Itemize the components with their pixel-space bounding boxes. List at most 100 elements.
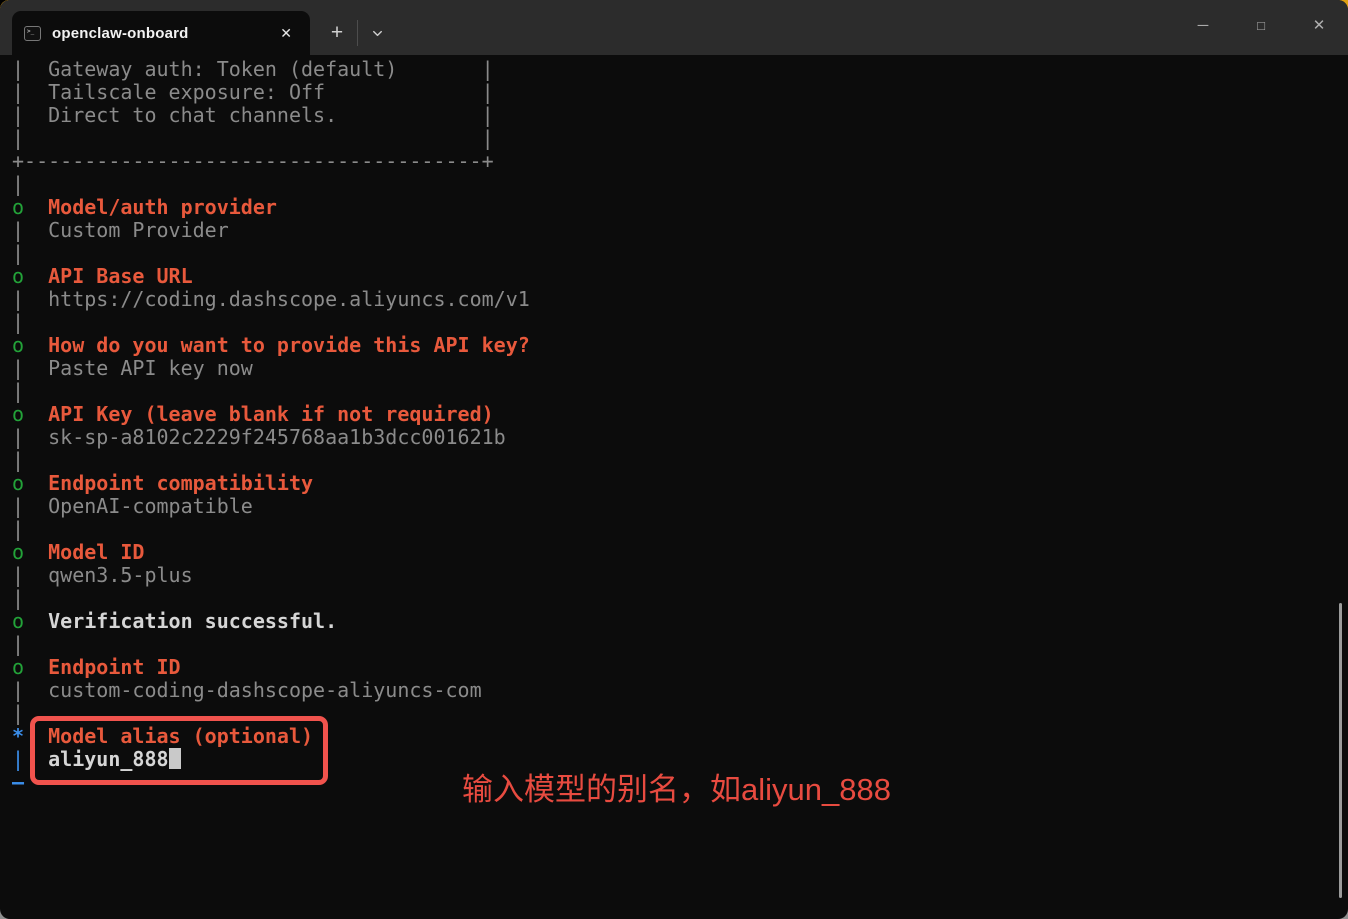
terminal-line: | — [12, 173, 1348, 196]
scrollbar-thumb[interactable] — [1339, 603, 1342, 898]
terminal-line: o Model/auth provider — [12, 196, 1348, 219]
new-tab-button[interactable]: + — [320, 13, 354, 53]
terminal-window: >_ openclaw-onboard ✕ + ─ □ ✕ | Gateway … — [0, 0, 1348, 919]
title-bar[interactable]: >_ openclaw-onboard ✕ + ─ □ ✕ — [0, 0, 1348, 55]
text-segment: | — [12, 379, 24, 403]
tab-title: openclaw-onboard — [52, 25, 189, 42]
text-segment — [24, 471, 48, 495]
text-segment: | — [12, 241, 24, 265]
text-segment: o — [12, 655, 24, 679]
text-segment — [24, 563, 48, 587]
terminal-line: | custom-coding-dashscope-aliyuncs-com — [12, 679, 1348, 702]
text-segment: +--------------------------------------+ — [12, 149, 494, 173]
terminal-line: o Verification successful. — [12, 610, 1348, 633]
text-segment: sk-sp-a8102c2229f245768aa1b3dcc001621b — [48, 425, 506, 449]
close-button[interactable]: ✕ — [1290, 0, 1348, 50]
text-segment — [24, 402, 48, 426]
text-segment: custom-coding-dashscope-aliyuncs-com — [48, 678, 481, 702]
text-segment — [24, 678, 48, 702]
text-segment — [24, 540, 48, 564]
text-segment: Model ID — [48, 540, 144, 564]
terminal-line: | Tailscale exposure: Off | — [12, 81, 1348, 104]
terminal-line: o Endpoint compatibility — [12, 472, 1348, 495]
text-segment: | — [12, 701, 24, 725]
terminal-line: o How do you want to provide this API ke… — [12, 334, 1348, 357]
terminal-line: | qwen3.5-plus — [12, 564, 1348, 587]
text-segment: Endpoint compatibility — [48, 471, 313, 495]
terminal-line: o Model ID — [12, 541, 1348, 564]
tab-bar-divider — [357, 20, 358, 46]
text-segment — [24, 425, 48, 449]
terminal-line: +--------------------------------------+ — [12, 150, 1348, 173]
text-segment: o — [12, 471, 24, 495]
annotation-highlight-box — [30, 716, 328, 785]
terminal-line: | — [12, 380, 1348, 403]
chevron-down-icon — [370, 26, 385, 41]
tab-close-icon[interactable]: ✕ — [274, 22, 298, 44]
text-segment: | Direct to chat channels. | — [12, 103, 494, 127]
terminal-line: | Paste API key now — [12, 357, 1348, 380]
text-segment — [24, 655, 48, 679]
terminal-line: o Endpoint ID — [12, 656, 1348, 679]
text-segment: * — [12, 724, 24, 748]
text-segment: | | — [12, 126, 494, 150]
text-segment: | — [12, 448, 24, 472]
text-segment: https://coding.dashscope.aliyuncs.com/v1 — [48, 287, 530, 311]
terminal-line: | Gateway auth: Token (default) | — [12, 58, 1348, 81]
terminal-line: | Custom Provider — [12, 219, 1348, 242]
text-segment — [24, 494, 48, 518]
terminal-line: | — [12, 633, 1348, 656]
text-segment — [24, 218, 48, 242]
tab-openclaw-onboard[interactable]: >_ openclaw-onboard ✕ — [12, 11, 310, 55]
text-segment: Custom Provider — [48, 218, 229, 242]
terminal-line: | — [12, 311, 1348, 334]
text-segment: o — [12, 402, 24, 426]
text-segment: | — [12, 632, 24, 656]
text-segment: o — [12, 264, 24, 288]
text-segment: | — [12, 494, 24, 518]
text-segment: qwen3.5-plus — [48, 563, 193, 587]
text-segment: o — [12, 540, 24, 564]
text-segment: | — [12, 172, 24, 196]
text-segment: Paste API key now — [48, 356, 253, 380]
window-controls: ─ □ ✕ — [1174, 0, 1348, 50]
minimize-button[interactable]: ─ — [1174, 0, 1232, 50]
maximize-button[interactable]: □ — [1232, 0, 1290, 50]
text-segment: | — [12, 287, 24, 311]
text-segment — [24, 333, 48, 357]
terminal-line: | | — [12, 127, 1348, 150]
text-segment — [24, 609, 48, 633]
terminal-line: o API Base URL — [12, 265, 1348, 288]
text-segment: API Key (leave blank if not required) — [48, 402, 494, 426]
terminal-line: | — [12, 449, 1348, 472]
text-segment: How do you want to provide this API key? — [48, 333, 530, 357]
text-segment: o — [12, 333, 24, 357]
text-segment: | — [12, 310, 24, 334]
terminal-line: | https://coding.dashscope.aliyuncs.com/… — [12, 288, 1348, 311]
text-segment: Verification successful. — [48, 609, 337, 633]
text-segment: OpenAI-compatible — [48, 494, 253, 518]
text-segment: | — [12, 517, 24, 541]
text-segment: o — [12, 609, 24, 633]
text-segment: | — [12, 678, 24, 702]
terminal-line: o API Key (leave blank if not required) — [12, 403, 1348, 426]
text-segment — [24, 356, 48, 380]
text-segment: o — [12, 195, 24, 219]
terminal-line: | sk-sp-a8102c2229f245768aa1b3dcc001621b — [12, 426, 1348, 449]
text-segment: | — [12, 747, 24, 771]
terminal-line: | — [12, 587, 1348, 610]
text-segment: | — [12, 218, 24, 242]
terminal-line: | — [12, 242, 1348, 265]
text-segment: – — [12, 770, 24, 794]
text-segment: | Gateway auth: Token (default) | — [12, 57, 494, 81]
text-segment: | — [12, 425, 24, 449]
terminal-line: | OpenAI-compatible — [12, 495, 1348, 518]
text-segment — [24, 287, 48, 311]
text-segment: | — [12, 586, 24, 610]
terminal-line: | Direct to chat channels. | — [12, 104, 1348, 127]
text-segment: Model/auth provider — [48, 195, 277, 219]
tab-dropdown-button[interactable] — [360, 13, 394, 53]
text-segment: Endpoint ID — [48, 655, 180, 679]
text-segment: | — [12, 356, 24, 380]
text-segment: | — [12, 563, 24, 587]
